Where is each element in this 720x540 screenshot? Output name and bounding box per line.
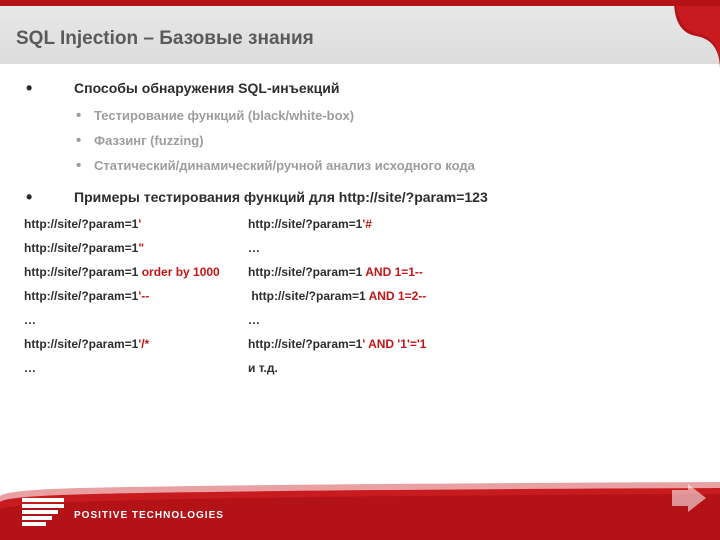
title-band: SQL Injection – Базовые знания — [0, 0, 720, 64]
example-row: http://site/?param=1'-- http://site/?par… — [24, 289, 672, 303]
footer: POSITIVE TECHNOLOGIES — [0, 468, 720, 540]
example-row: … … — [24, 313, 672, 327]
next-arrow-icon[interactable] — [672, 484, 706, 512]
example-list: http://site/?param=1' http://site/?param… — [24, 217, 672, 375]
example-row: http://site/?param=1'/* http://site/?par… — [24, 337, 672, 351]
sub-item: Тестирование функций (black/white-box) — [76, 108, 672, 123]
content-area: Способы обнаружения SQL-инъекций Тестиро… — [22, 74, 672, 385]
logo-icon — [22, 498, 64, 532]
sub-item: Статический/динамический/ручной анализ и… — [76, 158, 672, 173]
example-row: … и т.д. — [24, 361, 672, 375]
example-row: http://site/?param=1' http://site/?param… — [24, 217, 672, 231]
bullet-examples: Примеры тестирования функций для http://… — [22, 189, 672, 205]
corner-decoration — [674, 0, 720, 540]
slide-title: SQL Injection – Базовые знания — [0, 0, 720, 50]
example-row: http://site/?param=1 order by 1000 http:… — [24, 265, 672, 279]
bullet-detection: Способы обнаружения SQL-инъекций — [22, 80, 672, 96]
brand-name: POSITIVE TECHNOLOGIES — [74, 510, 224, 521]
example-row: http://site/?param=1" … — [24, 241, 672, 255]
sub-item: Фаззинг (fuzzing) — [76, 133, 672, 148]
brand-logo: POSITIVE TECHNOLOGIES — [22, 498, 224, 532]
